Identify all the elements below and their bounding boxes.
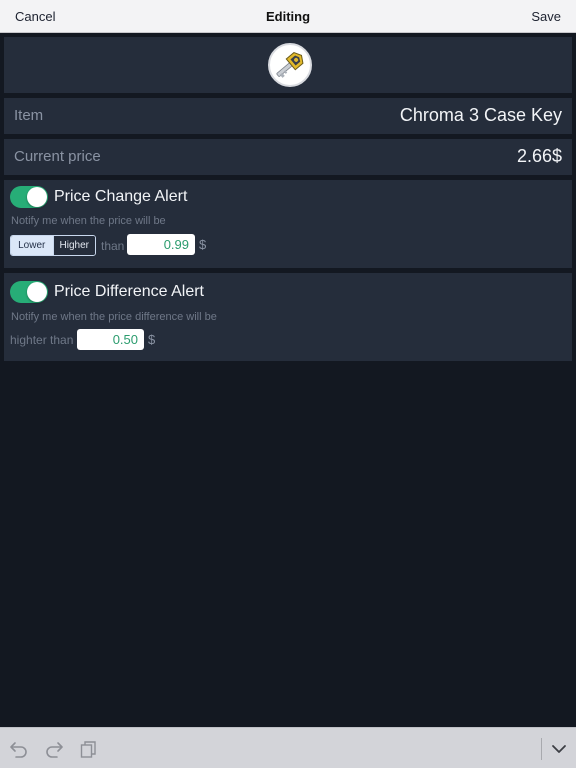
item-row: Item Chroma 3 Case Key — [4, 98, 572, 134]
redo-icon[interactable] — [44, 739, 64, 759]
current-price-label: Current price — [14, 148, 101, 165]
current-price-row: Current price 2.66$ — [4, 139, 572, 175]
currency-symbol: $ — [148, 332, 156, 347]
segment-higher[interactable]: Higher — [52, 236, 95, 255]
price-change-alert-title: Price Change Alert — [54, 188, 188, 205]
item-name: Chroma 3 Case Key — [399, 105, 562, 125]
segment-lower[interactable]: Lower — [11, 236, 53, 255]
page-title: Editing — [265, 9, 311, 24]
app-root: Cancel Editing Save Item Chroma 3 Case K… — [0, 0, 576, 768]
price-change-alert-toggle[interactable] — [10, 186, 48, 208]
price-difference-alert-title: Price Difference Alert — [54, 283, 204, 300]
price-change-alert-description: Notify me when the price will be — [11, 215, 166, 227]
than-label: than — [101, 239, 125, 253]
clipboard-icon[interactable] — [79, 739, 99, 759]
price-difference-alert-description: Notify me when the price difference will… — [11, 311, 217, 323]
price-difference-value-input[interactable]: 0.50 — [77, 329, 144, 350]
higher-than-label: highter than — [10, 333, 74, 347]
navigation-bar: Cancel Editing Save — [0, 0, 576, 33]
toolbar-divider — [541, 738, 542, 760]
bottom-toolbar — [0, 727, 576, 768]
price-change-alert-panel: Price Change Alert Notify me when the pr… — [4, 180, 572, 268]
key-item-icon — [268, 43, 312, 87]
undo-icon[interactable] — [9, 739, 29, 759]
chevron-down-icon[interactable] — [549, 739, 569, 759]
price-change-value-input[interactable]: 0.99 — [127, 234, 195, 255]
save-button[interactable]: Save — [531, 9, 561, 24]
currency-symbol: $ — [199, 237, 207, 252]
price-difference-alert-toggle[interactable] — [10, 281, 48, 303]
toggle-knob — [27, 282, 47, 302]
item-icon-panel — [4, 37, 572, 93]
price-difference-alert-panel: Price Difference Alert Notify me when th… — [4, 273, 572, 361]
item-label: Item — [14, 107, 44, 124]
toggle-knob — [27, 187, 47, 207]
direction-segmented-control: Lower Higher — [10, 235, 96, 256]
current-price-value: 2.66$ — [516, 146, 562, 166]
